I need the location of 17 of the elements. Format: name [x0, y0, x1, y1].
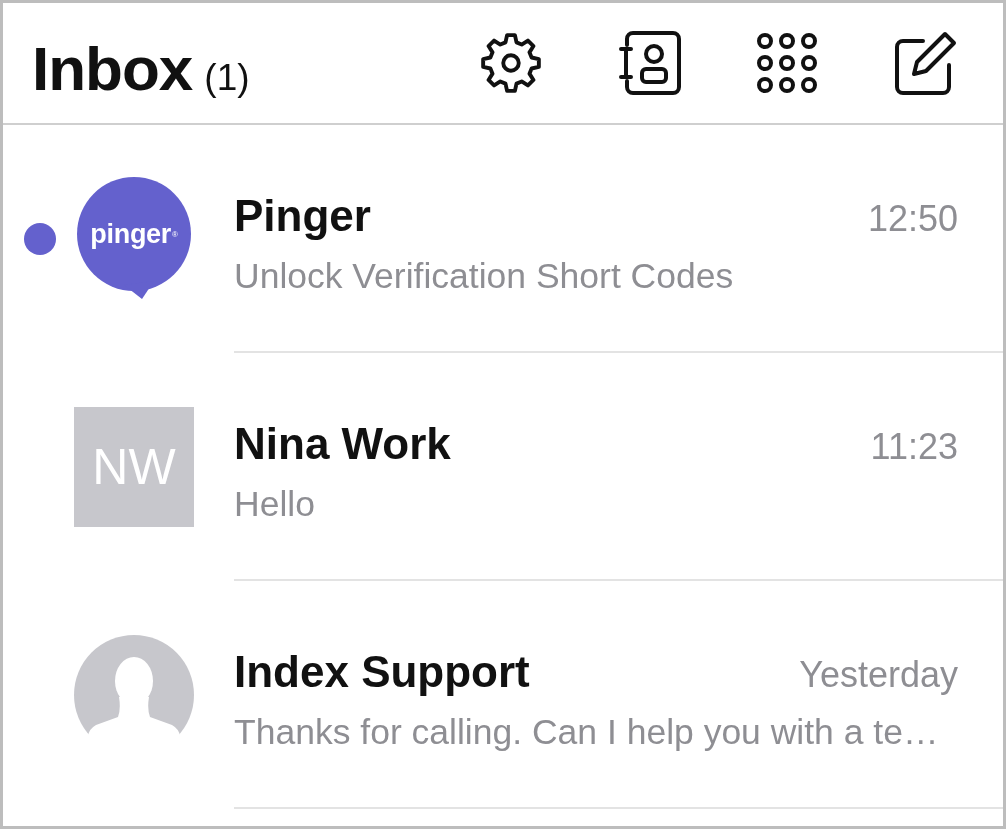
- message-time: Yesterday: [799, 652, 958, 697]
- contact-name: Index Support: [234, 645, 530, 698]
- message-preview: Unlock Verification Short Codes: [234, 254, 735, 298]
- message-time: 12:50: [867, 196, 958, 241]
- compose-icon[interactable]: [893, 31, 957, 95]
- message-time: 11:23: [870, 424, 958, 469]
- message-preview: Hello: [234, 482, 316, 526]
- settings-icon[interactable]: [479, 31, 543, 95]
- message-preview: Thanks for calling. Can I help you with a te…: [234, 710, 940, 754]
- person-avatar-icon: [74, 635, 194, 755]
- initials-avatar: NW: [74, 407, 194, 527]
- dot-grid-icon[interactable]: [755, 31, 819, 95]
- contact-name: Nina Work: [234, 417, 451, 470]
- address-book-icon[interactable]: [617, 31, 681, 95]
- inbox-title: Inbox: [32, 37, 193, 100]
- contact-name: Pinger: [234, 189, 371, 242]
- unread-count: (1): [204, 57, 250, 98]
